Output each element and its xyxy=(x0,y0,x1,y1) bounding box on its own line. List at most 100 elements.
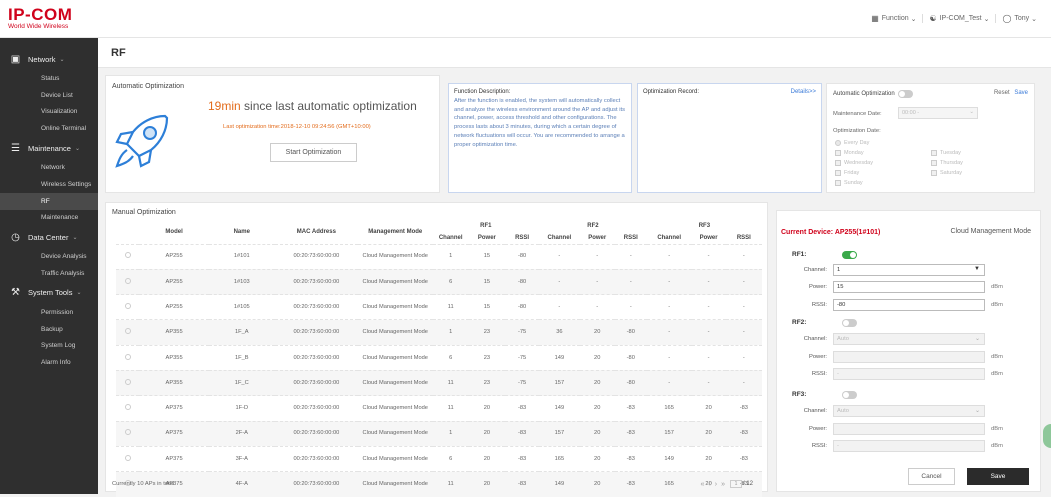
rf1-power-input[interactable]: 15 xyxy=(833,281,985,293)
day-monday[interactable]: Monday xyxy=(835,150,864,156)
day-every-day[interactable]: Every Day xyxy=(835,140,869,146)
chevron-down-icon: ⌄ xyxy=(74,145,80,152)
last-page-icon[interactable]: » xyxy=(721,481,725,488)
sidebar-item-status[interactable]: Status xyxy=(0,70,98,87)
cancel-button[interactable]: Cancel xyxy=(908,468,955,485)
details-link[interactable]: Details>> xyxy=(791,89,816,95)
rf3-power-input[interactable] xyxy=(833,423,985,435)
sidebar-item-backup[interactable]: Backup xyxy=(0,321,98,338)
save-button[interactable]: Save xyxy=(967,468,1029,485)
rf3-channel-cell: - xyxy=(646,243,692,270)
rf2-rssi-cell: -83 xyxy=(614,420,647,447)
row-select[interactable] xyxy=(116,268,140,295)
rf3-channel-select[interactable]: Auto ⌄ xyxy=(833,405,985,417)
rf3-toggle[interactable] xyxy=(842,391,857,399)
sidebar-item-permission[interactable]: Permission xyxy=(0,304,98,321)
next-page-icon[interactable]: › xyxy=(715,481,717,488)
save-link[interactable]: Save xyxy=(1014,90,1028,96)
logo-tagline: World Wide Wireless xyxy=(8,23,69,30)
sidebar-item-device-list[interactable]: Device List xyxy=(0,87,98,104)
rf2-rssi-unit: dBm xyxy=(991,371,1003,377)
rf1-channel-select[interactable]: 1 ▼ xyxy=(833,264,985,276)
table-row[interactable]: AP355 1F_B 00:20:73:60:00:00 Cloud Manageme… xyxy=(116,344,762,371)
day-sunday[interactable]: Sunday xyxy=(835,180,863,186)
side-tab-handle[interactable] xyxy=(1043,424,1051,448)
rf2-channel-cell: 36 xyxy=(539,319,580,346)
day-thursday[interactable]: Thursday xyxy=(931,160,963,166)
table-row[interactable]: AP375 3F-A 00:20:73:60:00:00 Cloud Manageme… xyxy=(116,445,762,472)
row-select[interactable] xyxy=(116,395,140,422)
chevron-down-icon: ⌄ xyxy=(969,109,974,115)
day-tuesday[interactable]: Tuesday xyxy=(931,150,961,156)
sidebar-group-network[interactable]: ▣ Network ⌄ xyxy=(0,48,98,70)
table-row[interactable]: AP355 1F_C 00:20:73:60:00:00 Cloud Manageme… xyxy=(116,369,762,396)
user-menu[interactable]: ◯ Tony ⌄ xyxy=(995,14,1043,23)
rf2-rssi-label: RSSI: xyxy=(811,371,827,377)
day-label: Every Day xyxy=(844,140,870,146)
sidebar-item-network[interactable]: Network xyxy=(0,159,98,176)
row-select[interactable] xyxy=(116,344,140,371)
table-row[interactable]: AP375 1F-D 00:20:73:60:00:00 Cloud Manageme… xyxy=(116,395,762,422)
function-menu[interactable]: ▦ Function ⌄ xyxy=(865,14,922,23)
rf2-rssi-cell: -80 xyxy=(614,344,647,371)
sidebar-item-wireless-settings[interactable]: Wireless Settings xyxy=(0,176,98,193)
rf2-channel-cell: 149 xyxy=(539,395,580,422)
rf2-toggle[interactable] xyxy=(842,319,857,327)
sidebar-group-data-center[interactable]: ◷ Data Center ⌄ xyxy=(0,226,98,248)
row-select[interactable] xyxy=(116,294,140,320)
sidebar-item-online-terminal[interactable]: Online Terminal xyxy=(0,120,98,137)
name-header: Name xyxy=(233,228,250,235)
rf3-channel-cell: - xyxy=(646,294,692,320)
table-row[interactable]: AP375 2F-A 00:20:73:60:00:00 Cloud Manageme… xyxy=(116,420,762,447)
sidebar-item-system-log[interactable]: System Log xyxy=(0,338,98,355)
sidebar-item-rf[interactable]: RF xyxy=(0,192,98,210)
power-header: Power xyxy=(699,234,718,241)
device-detail-panel: Current Device: AP255(1#101) Cloud Manag… xyxy=(776,210,1041,492)
network-menu[interactable]: ☯ IP-COM_Test ⌄ xyxy=(922,14,995,23)
day-wednesday[interactable]: Wednesday xyxy=(835,160,873,166)
rf1-rssi-cell: -80 xyxy=(505,294,540,320)
day-friday[interactable]: Friday xyxy=(835,170,859,176)
rssi-header: RSSI xyxy=(515,234,530,241)
auto-optimization-toggle[interactable] xyxy=(897,90,913,98)
rf3-power-cell: 20 xyxy=(691,445,726,472)
table-row[interactable]: AP255 1#101 00:20:73:60:00:00 Cloud Managem… xyxy=(116,243,762,270)
sidebar-item-visualization[interactable]: Visualization xyxy=(0,104,98,121)
rf1-channel-cell: 6 xyxy=(432,268,469,295)
rf2-channel-select[interactable]: Auto ⌄ xyxy=(833,333,985,345)
rf1-rssi-input[interactable]: -80 xyxy=(833,299,985,311)
table-row[interactable]: AP355 1F_A 00:20:73:60:00:00 Cloud Manageme… xyxy=(116,319,762,346)
rf2-power-input[interactable] xyxy=(833,351,985,363)
table-row[interactable]: AP375 4F-A 00:20:73:60:00:00 Cloud Manageme… xyxy=(116,471,762,497)
mode-cell: Cloud Management Mode xyxy=(357,268,433,295)
rf1-power-cell: 20 xyxy=(468,420,506,447)
rf1-toggle[interactable] xyxy=(842,251,857,259)
page-input[interactable]: 1 xyxy=(729,480,742,488)
sidebar-item-device-analysis[interactable]: Device Analysis xyxy=(0,248,98,265)
rf3-rssi-input[interactable]: - xyxy=(833,440,985,452)
section-label: Manual Optimization xyxy=(112,209,176,216)
row-select[interactable] xyxy=(116,319,140,346)
row-select[interactable] xyxy=(116,243,140,270)
sidebar-group-maintenance[interactable]: ☰ Maintenance ⌄ xyxy=(0,137,98,159)
row-select[interactable] xyxy=(116,369,140,396)
start-optimization-button[interactable]: Start Optimization xyxy=(270,143,357,162)
sidebar-item-maintenance[interactable]: Maintenance xyxy=(0,210,98,227)
maintenance-date-select[interactable]: 00:00 - ⌄ xyxy=(898,107,978,119)
row-select[interactable] xyxy=(116,420,140,447)
reset-link[interactable]: Reset xyxy=(994,90,1010,96)
rf1-channel-cell: 11 xyxy=(432,294,469,320)
day-saturday[interactable]: Saturday xyxy=(931,170,962,176)
table-row[interactable]: AP255 1#105 00:20:73:60:00:00 Cloud Managem… xyxy=(116,294,762,320)
first-page-icon[interactable]: « xyxy=(700,481,704,488)
sidebar-group-system-tools[interactable]: ⚒ System Tools ⌄ xyxy=(0,282,98,304)
prev-page-icon[interactable]: ‹ xyxy=(708,481,710,488)
rf2-power-cell: 20 xyxy=(579,445,615,472)
radio-icon xyxy=(124,454,131,461)
sidebar-item-traffic-analysis[interactable]: Traffic Analysis xyxy=(0,265,98,282)
table-row[interactable]: AP255 1#103 00:20:73:60:00:00 Cloud Managem… xyxy=(116,268,762,295)
mac-header: MAC Address xyxy=(296,228,336,235)
rf2-rssi-input[interactable]: - xyxy=(833,368,985,380)
row-select[interactable] xyxy=(116,445,140,472)
sidebar-item-alarm-info[interactable]: Alarm Info xyxy=(0,354,98,371)
